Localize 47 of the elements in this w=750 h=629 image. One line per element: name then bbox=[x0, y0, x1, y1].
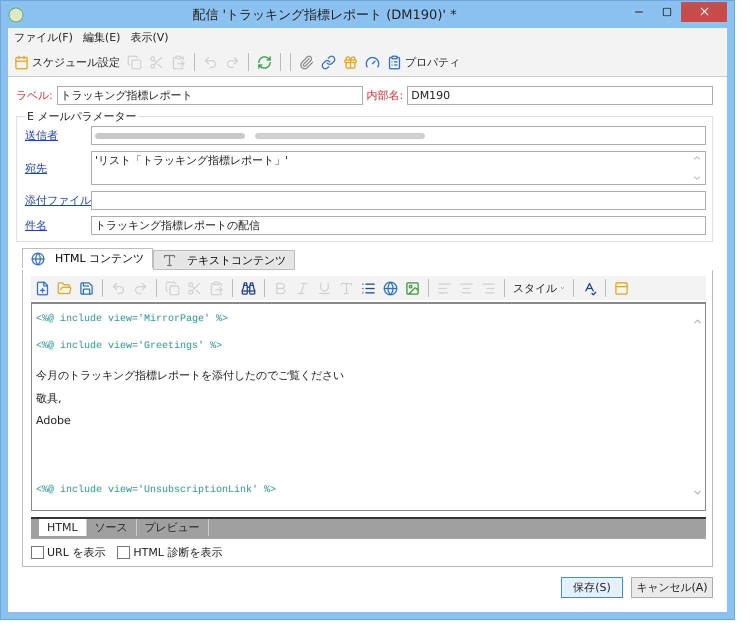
field-link[interactable]: 宛先 bbox=[25, 160, 87, 176]
link-icon[interactable] bbox=[319, 54, 338, 70]
internal-name-field[interactable]: DM190 bbox=[407, 86, 713, 105]
calendar-icon bbox=[14, 54, 29, 70]
html-editor[interactable]: <%@ include view='MirrorPage' %> <%@ include view='Greetings' %> 今月のトラッキング指標レポートを添付したのでご覧ください 敬具, Adobe <%@ include view='UnsubscriptionLink' %> bbox=[31, 302, 706, 511]
toolbar-button[interactable]: プロパティ bbox=[385, 54, 462, 70]
window-title: 配信 'トラッキング指標レポート (DM190)' * bbox=[191, 6, 458, 24]
menu-item[interactable]: 編集(E) bbox=[78, 30, 124, 45]
view-tab[interactable]: HTML bbox=[39, 519, 87, 536]
folder-icon[interactable] bbox=[55, 280, 74, 296]
globe-icon[interactable] bbox=[381, 280, 400, 296]
letter-icon bbox=[162, 252, 178, 268]
recipient-field[interactable]: 'リスト「トラッキング指標レポート」' bbox=[91, 151, 706, 185]
style-dropdown[interactable]: スタイル bbox=[511, 280, 567, 296]
content-tab[interactable]: テキストコンテンツ bbox=[153, 250, 296, 270]
code-line: <%@ include view='MirrorPage' %> bbox=[36, 314, 230, 325]
field-link[interactable]: 件名 bbox=[25, 218, 87, 233]
option-checkbox[interactable]: URL を表示 bbox=[31, 545, 106, 560]
binoculars-icon[interactable] bbox=[239, 280, 258, 296]
content-tab[interactable]: HTML コンテンツ bbox=[22, 248, 154, 268]
globe-icon bbox=[31, 252, 45, 266]
field-label: ラベル: bbox=[16, 88, 53, 103]
close-button[interactable] bbox=[681, 2, 727, 22]
menu-item[interactable]: 表示(V) bbox=[126, 30, 173, 45]
dialog-button[interactable]: 保存(S) bbox=[561, 577, 623, 598]
view-tab[interactable]: プレビュー bbox=[136, 519, 209, 536]
menu-item[interactable]: ファイル(F) bbox=[10, 30, 77, 45]
field-link[interactable]: 送信者 bbox=[25, 128, 87, 143]
field-label: 内部名: bbox=[366, 88, 404, 103]
maximize-icon bbox=[662, 6, 672, 16]
sender-field[interactable] bbox=[91, 126, 706, 145]
dialog-button[interactable]: キャンセル(A) bbox=[631, 577, 713, 598]
toolbar-button[interactable]: スケジュール設定 bbox=[12, 54, 122, 70]
option-checkbox[interactable]: HTML 診断を表示 bbox=[117, 545, 222, 560]
text-field[interactable] bbox=[91, 191, 706, 210]
text-line: 敬具, bbox=[36, 391, 62, 406]
label-field[interactable]: トラッキング指標レポート bbox=[56, 86, 362, 105]
view-tab[interactable]: ソース bbox=[86, 519, 137, 536]
close-icon bbox=[698, 5, 710, 18]
clipboard-icon bbox=[387, 54, 402, 70]
text-line: 今月のトラッキング指標レポートを添付したのでご覧ください bbox=[36, 368, 345, 383]
text-field[interactable]: トラッキング指標レポートの配信 bbox=[91, 216, 706, 235]
group-title: E メールパラメーター bbox=[26, 109, 138, 124]
text-line: Adobe bbox=[36, 414, 72, 427]
code-line: <%@ include view='UnsubscriptionLink' %> bbox=[36, 485, 278, 496]
code-line: <%@ include view='Greetings' %> bbox=[36, 341, 224, 352]
app-icon bbox=[8, 6, 24, 22]
